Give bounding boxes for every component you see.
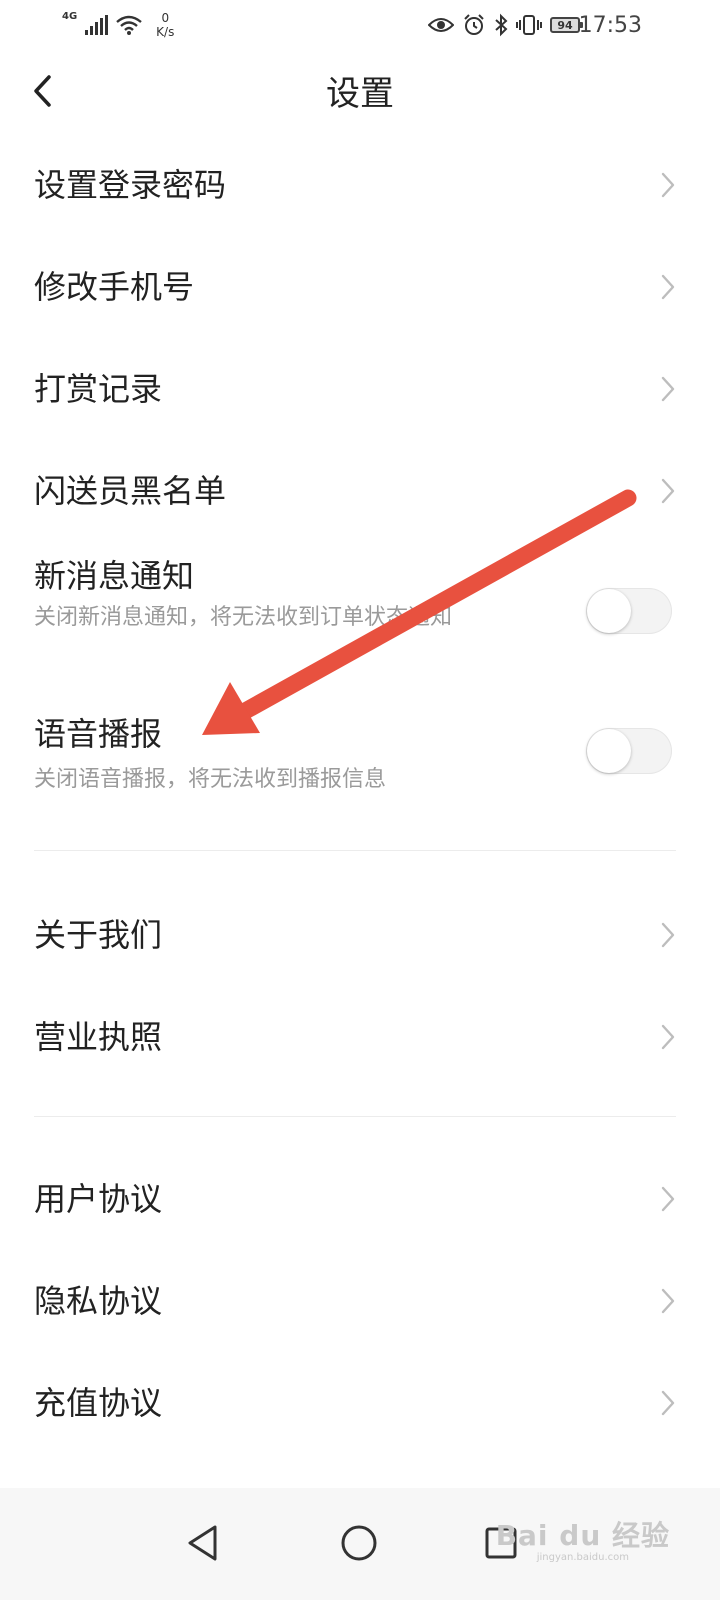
status-left: 4G 0 K/s [62,8,174,42]
chevron-right-icon [661,1390,675,1416]
row-business-license[interactable]: 营业执照 [0,986,720,1088]
speed-unit: K/s [156,25,175,39]
chevron-right-icon [661,922,675,948]
battery-level: 94 [557,18,573,32]
row-voice-broadcast: 语音播报 关闭语音播报，将无法收到播报信息 [0,704,720,814]
row-label: 闪送员黑名单 [34,472,227,510]
voice-broadcast-switch[interactable] [586,728,672,774]
speed-value: 0 [161,11,170,25]
watermark: Bai du 经验 jingyan.baidu.com [496,1514,670,1563]
status-right-icons: 94 [428,8,583,42]
row-label: 用户协议 [34,1180,163,1218]
row-label: 隐私协议 [34,1282,163,1320]
nav-header: 设置 [0,50,720,138]
chevron-right-icon [661,1024,675,1050]
back-triangle-icon [188,1525,217,1561]
system-navigation-bar: Bai du 经验 jingyan.baidu.com [0,1488,720,1600]
network-speed: 0 K/s [156,11,174,39]
chevron-right-icon [661,274,675,300]
nav-home-button[interactable] [324,1508,394,1578]
row-new-message-notification: 新消息通知 关闭新消息通知，将无法收到订单状态通知 [0,542,720,692]
toggle-title: 语音播报 [34,715,163,753]
row-label: 修改手机号 [34,268,195,306]
row-label: 关于我们 [34,916,163,954]
wifi-icon [116,15,142,35]
battery-icon: 94 [550,17,583,33]
bluetooth-icon [495,13,508,37]
watermark-brand: Bai du 经验 [495,1519,670,1552]
status-time: 17:53 [578,12,642,38]
row-set-login-password[interactable]: 设置登录密码 [0,134,720,236]
status-bar: 4G 0 K/s 94 17:53 [0,0,720,50]
back-button[interactable] [22,66,62,116]
switch-knob [587,589,631,633]
chevron-right-icon [661,1186,675,1212]
row-recharge-agreement[interactable]: 充值协议 [0,1352,720,1454]
row-label: 设置登录密码 [34,166,227,204]
chevron-left-icon [34,75,51,107]
section-divider [34,850,676,851]
home-circle-icon [341,1525,377,1561]
toggle-title: 新消息通知 [34,557,195,595]
row-label: 营业执照 [34,1018,163,1056]
alarm-icon [464,14,484,35]
row-label: 充值协议 [34,1384,163,1422]
chevron-right-icon [661,172,675,198]
switch-knob [587,729,631,773]
chevron-right-icon [661,1288,675,1314]
row-privacy-agreement[interactable]: 隐私协议 [0,1250,720,1352]
row-user-agreement[interactable]: 用户协议 [0,1148,720,1250]
row-change-phone[interactable]: 修改手机号 [0,236,720,338]
section-divider [34,1116,676,1117]
chevron-right-icon [661,376,675,402]
nav-back-button[interactable] [168,1508,238,1578]
row-label: 打赏记录 [34,370,163,408]
signal-icon [85,15,109,35]
row-tip-records[interactable]: 打赏记录 [0,338,720,440]
row-about-us[interactable]: 关于我们 [0,884,720,986]
toggle-description: 关闭语音播报，将无法收到播报信息 [34,767,387,792]
toggle-description: 关闭新消息通知，将无法收到订单状态通知 [34,605,453,630]
page-title: 设置 [326,74,394,114]
new-message-switch[interactable] [586,588,672,634]
eye-icon [428,18,454,32]
vibrate-icon [516,15,542,35]
row-courier-blacklist[interactable]: 闪送员黑名单 [0,440,720,542]
chevron-right-icon [661,478,675,504]
network-type: 4G [62,11,78,22]
